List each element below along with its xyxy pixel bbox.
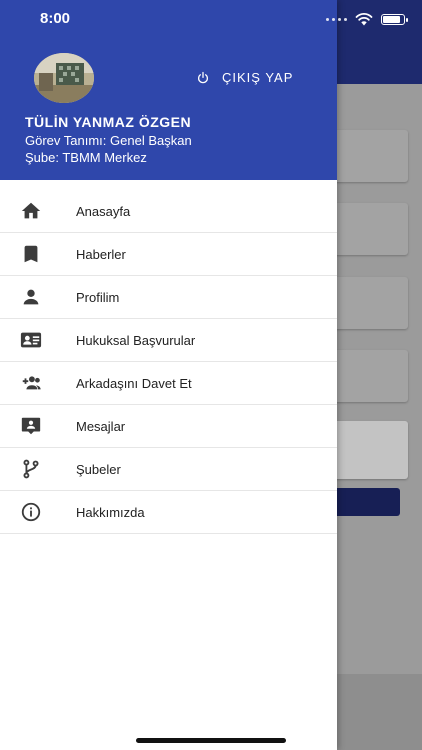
battery-icon — [381, 13, 408, 25]
home-indicator[interactable] — [136, 738, 286, 743]
logout-button[interactable]: ÇIKIŞ YAP — [196, 70, 293, 85]
logout-label: ÇIKIŞ YAP — [222, 70, 294, 85]
menu-item-hukuksal-basvurular[interactable]: Hukuksal Başvurular — [0, 319, 337, 362]
contact-card-icon — [19, 329, 43, 351]
person-icon — [19, 286, 43, 308]
menu-item-label: Mesajlar — [76, 418, 126, 434]
user-branch: Şube: TBMM Merkez — [25, 150, 147, 165]
home-icon — [19, 200, 43, 222]
menu-item-label: Şubeler — [76, 461, 121, 477]
menu-item-mesajlar[interactable]: Mesajlar — [0, 405, 337, 448]
menu-item-anasayfa[interactable]: Anasayfa — [0, 190, 337, 233]
avatar-photo — [34, 53, 94, 103]
drawer-menu: Anasayfa Haberler Profilim Hukuksal Başv… — [0, 190, 337, 534]
menu-item-hakkimizda[interactable]: Hakkımızda — [0, 491, 337, 534]
menu-item-subeler[interactable]: Şubeler — [0, 448, 337, 491]
branch-icon — [19, 458, 43, 480]
power-icon — [198, 71, 208, 83]
status-bar-indicators — [326, 10, 408, 28]
menu-item-haberler[interactable]: Haberler — [0, 233, 337, 276]
bookmark-icon — [19, 243, 43, 265]
menu-item-label: Anasayfa — [76, 203, 131, 219]
wifi-icon — [355, 13, 373, 26]
drawer-header: 8:00 ÇIKIŞ YAP TÜLİN YANMAZ ÖZGEN Görev … — [0, 0, 337, 180]
user-role: Görev Tanımı: Genel Başkan — [25, 133, 192, 148]
menu-item-label: Haberler — [76, 246, 126, 262]
menu-item-arkadasini-davet-et[interactable]: Arkadaşını Davet Et — [0, 362, 337, 405]
signal-icon — [326, 17, 347, 21]
menu-item-label: Profilim — [76, 289, 120, 305]
info-icon — [19, 501, 43, 523]
menu-item-label: Hukuksal Başvurular — [76, 332, 196, 348]
navigation-drawer: 8:00 ÇIKIŞ YAP TÜLİN YANMAZ ÖZGEN Görev … — [0, 0, 337, 750]
user-name: TÜLİN YANMAZ ÖZGEN — [25, 114, 192, 130]
menu-item-profilim[interactable]: Profilim — [0, 276, 337, 319]
status-time: 8:00 — [40, 10, 71, 27]
avatar — [34, 53, 94, 103]
message-icon — [19, 415, 43, 437]
menu-item-label: Hakkımızda — [76, 504, 145, 520]
group-add-icon — [19, 372, 43, 394]
menu-item-label: Arkadaşını Davet Et — [76, 375, 192, 391]
